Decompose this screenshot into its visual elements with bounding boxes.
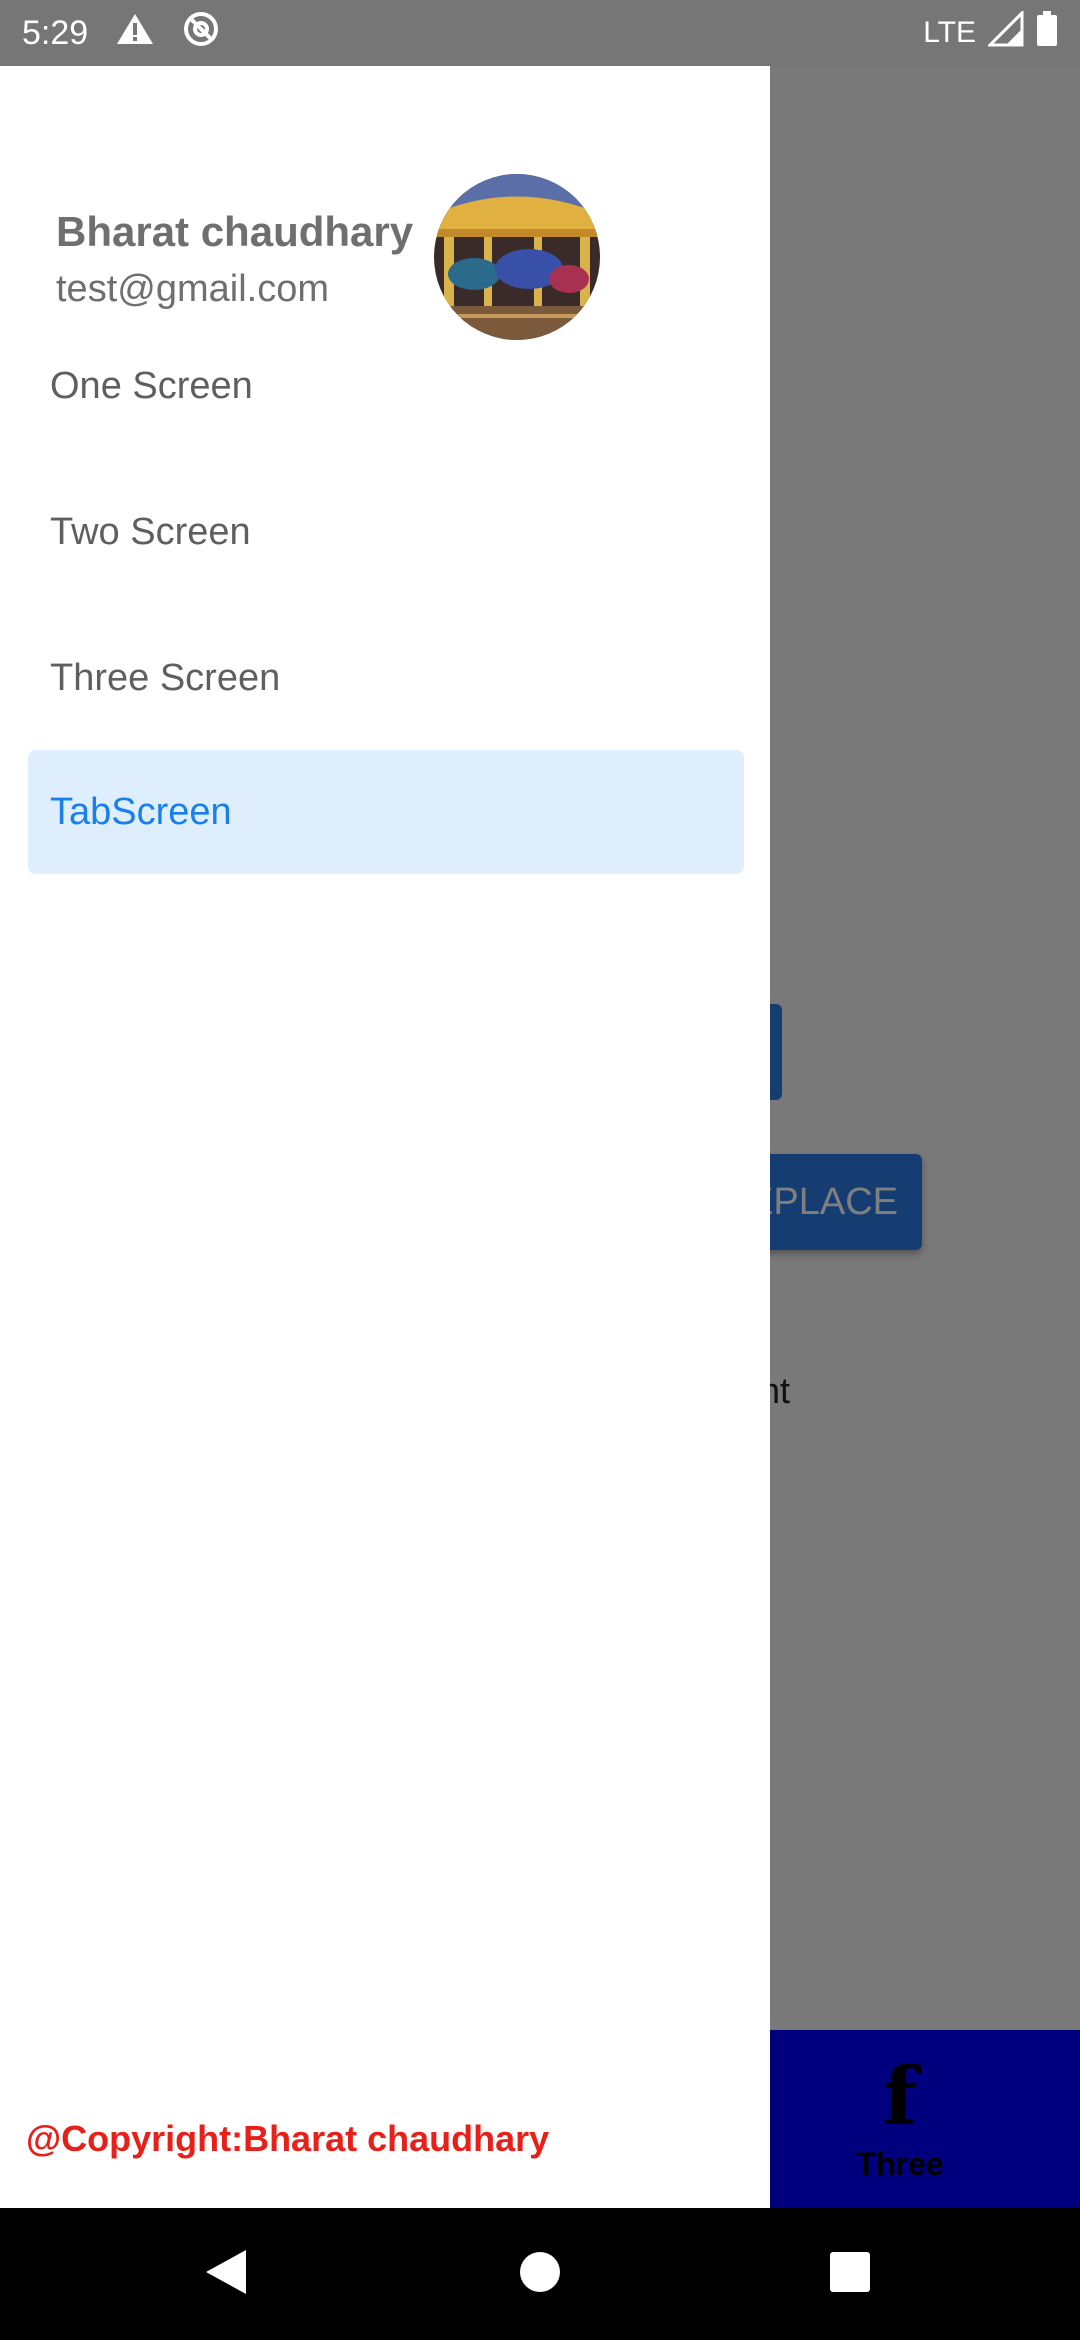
status-time: 5:29: [22, 13, 89, 52]
warning-icon: [116, 12, 154, 55]
drawer-item-three-screen[interactable]: Three Screen: [28, 616, 744, 740]
network-label: LTE: [923, 16, 976, 49]
signal-icon: [986, 9, 1024, 55]
recents-button[interactable]: [790, 2208, 910, 2340]
user-email: test@gmail.com: [56, 268, 329, 310]
drawer-item-label: One Screen: [50, 364, 253, 407]
recents-icon: [829, 2251, 871, 2298]
drawer-item-tabscreen[interactable]: TabScreen: [28, 750, 744, 874]
user-name: Bharat chaudhary: [56, 208, 414, 255]
drawer-item-two-screen[interactable]: Two Screen: [28, 470, 744, 594]
home-icon: [518, 2250, 562, 2299]
avatar: [434, 174, 600, 340]
back-icon: [204, 2248, 248, 2301]
copyright-text: @Copyright:Bharat chaudhary: [26, 2118, 550, 2159]
status-bar: 5:29 LTE: [0, 0, 1080, 66]
drawer-item-label: Two Screen: [50, 510, 251, 553]
drawer-item-one-screen[interactable]: One Screen: [28, 324, 744, 448]
battery-icon: [1036, 11, 1058, 55]
home-button[interactable]: [480, 2208, 600, 2340]
navigation-drawer: Bharat chaudhary test@gmail.com One Scre…: [0, 66, 770, 2208]
drawer-item-label: TabScreen: [50, 790, 232, 833]
system-nav-bar: [0, 2208, 1080, 2340]
drawer-item-label: Three Screen: [50, 656, 281, 699]
do-not-disturb-icon: [182, 10, 220, 57]
drawer-header: Bharat chaudhary test@gmail.com: [56, 136, 756, 340]
back-button[interactable]: [166, 2208, 286, 2340]
screen: 5:29 LTE Bharat chaudhary test@gmail.com…: [0, 0, 1080, 2340]
